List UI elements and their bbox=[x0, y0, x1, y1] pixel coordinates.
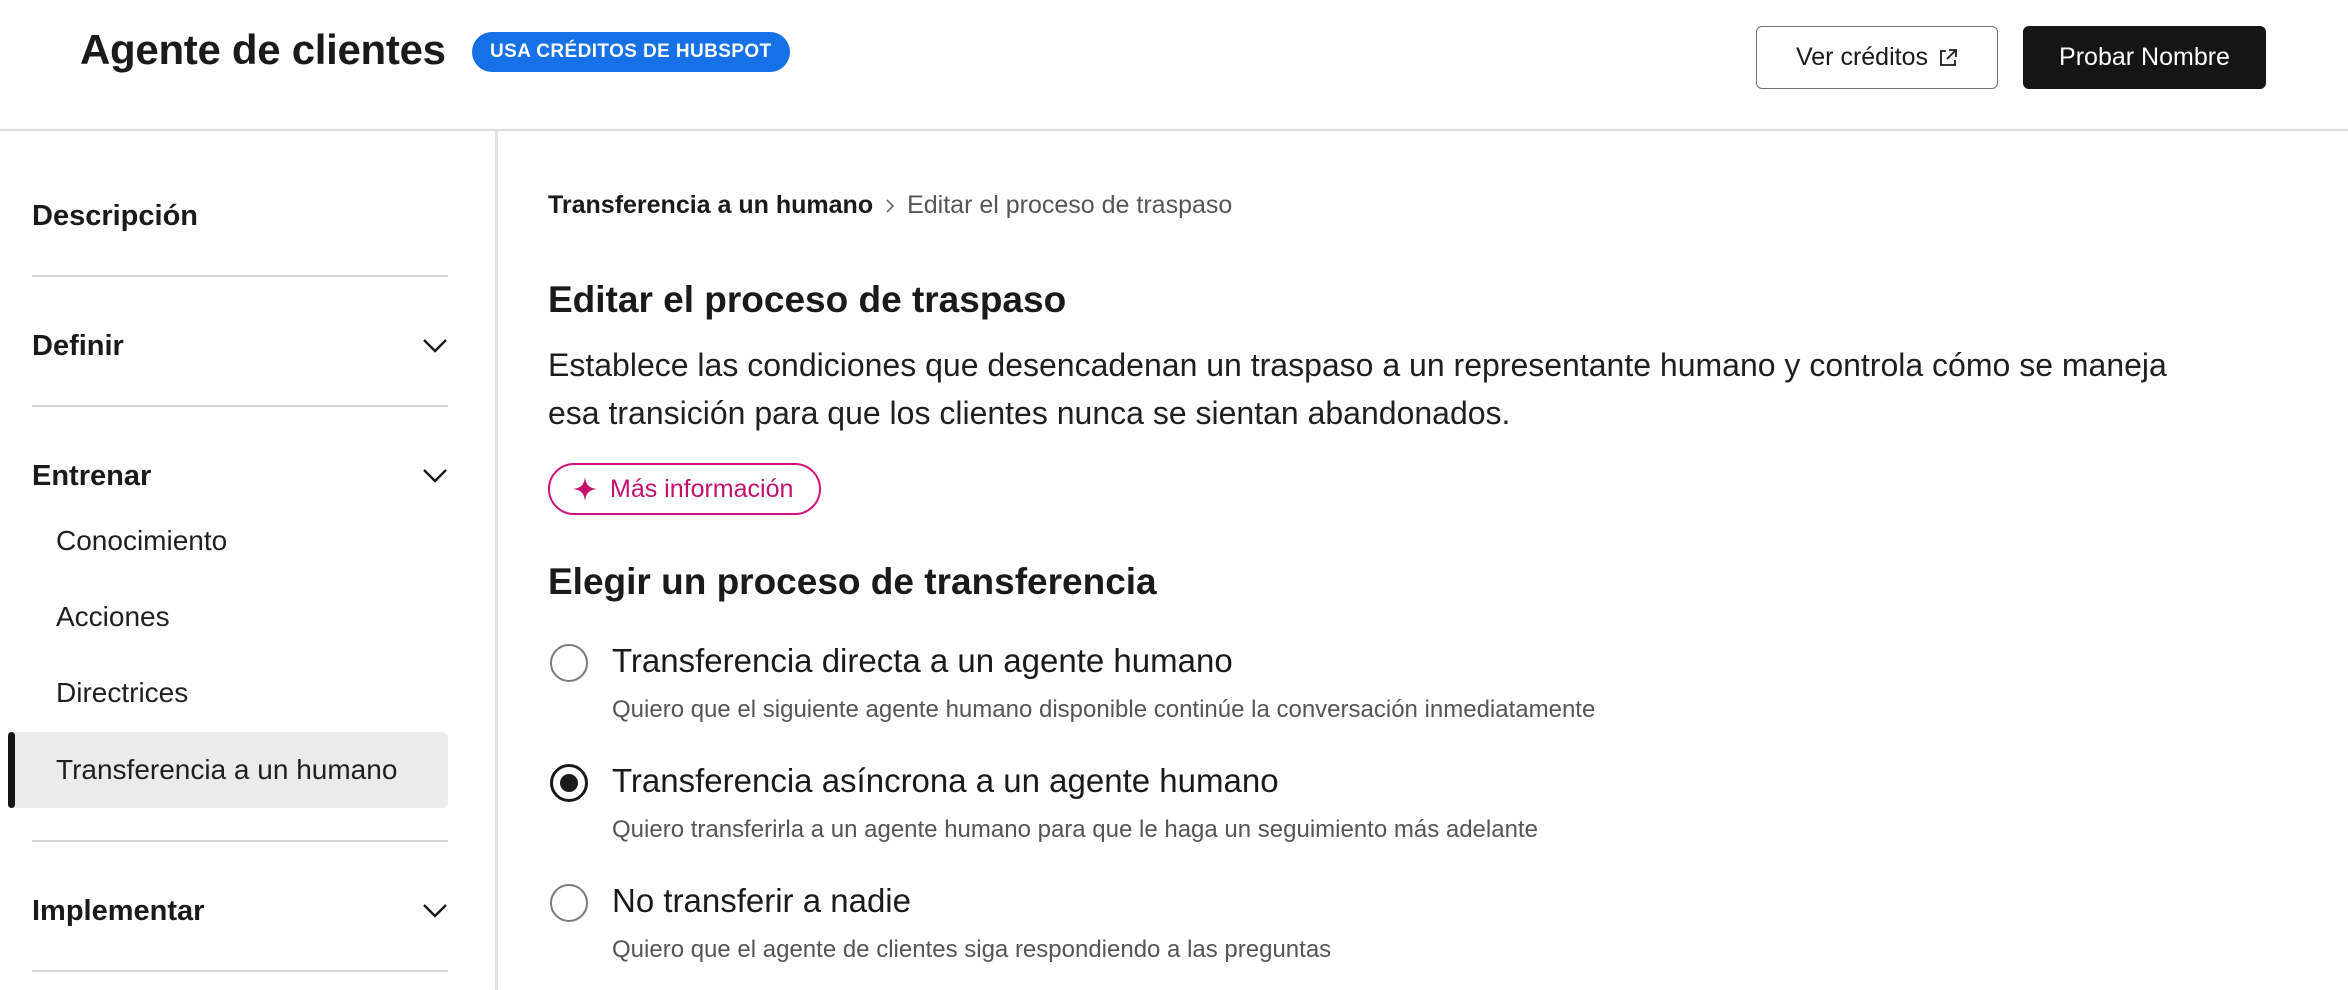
sidebar-item-conocimiento[interactable]: Conocimiento bbox=[8, 503, 448, 579]
sidebar-item-directrices[interactable]: Directrices bbox=[8, 655, 448, 731]
sidebar-section-definir[interactable]: Definir bbox=[32, 321, 448, 371]
sidebar-section-label: Definir bbox=[32, 329, 124, 362]
sidebar-item-acciones[interactable]: Acciones bbox=[8, 579, 448, 655]
sidebar-divider bbox=[32, 405, 448, 407]
chevron-right-icon bbox=[886, 198, 895, 213]
learn-more-label: Más información bbox=[610, 474, 794, 503]
radio-button[interactable] bbox=[550, 644, 588, 682]
option-description: Quiero que el agente de clientes siga re… bbox=[612, 936, 1332, 963]
breadcrumb: Transferencia a un humano Editar el proc… bbox=[548, 191, 1232, 220]
breadcrumb-current: Editar el proceso de traspaso bbox=[907, 191, 1233, 219]
sidebar-item-label: Conocimiento bbox=[56, 525, 228, 556]
sidebar-item-label: Transferencia a un humano bbox=[56, 754, 398, 785]
handoff-option-async[interactable]: Transferencia asíncrona a un agente huma… bbox=[548, 762, 2048, 843]
section-title: Elegir un proceso de transferencia bbox=[548, 561, 1157, 602]
sidebar-section-label: Implementar bbox=[32, 894, 205, 927]
radio-button-selected[interactable] bbox=[550, 764, 588, 802]
sidebar-divider bbox=[32, 275, 448, 277]
option-label: Transferencia asíncrona a un agente huma… bbox=[612, 762, 1279, 799]
handoff-option-none[interactable]: No transferir a nadie Quiero que el agen… bbox=[548, 882, 2048, 963]
sidebar-item-label: Directrices bbox=[56, 677, 189, 708]
view-credits-label: Ver créditos bbox=[1795, 43, 1928, 71]
view-credits-button[interactable]: Ver créditos bbox=[1756, 26, 1998, 89]
option-label: Transferencia directa a un agente humano bbox=[612, 642, 1233, 679]
option-label: No transferir a nadie bbox=[612, 882, 911, 919]
chevron-down-icon[interactable] bbox=[422, 903, 448, 919]
sparkle-icon bbox=[573, 477, 597, 501]
sidebar-section-label: Entrenar bbox=[32, 459, 152, 492]
sidebar-section-implementar[interactable]: Implementar bbox=[32, 886, 448, 936]
breadcrumb-parent-link[interactable]: Transferencia a un humano bbox=[548, 191, 873, 220]
sidebar-divider bbox=[32, 840, 448, 842]
page-description: Establece las condiciones que desencaden… bbox=[548, 347, 2167, 431]
option-description: Quiero transferirla a un agente humano p… bbox=[612, 816, 1538, 843]
sidebar-item-label: Acciones bbox=[56, 601, 170, 632]
chevron-down-icon[interactable] bbox=[422, 338, 448, 354]
sidebar-nav: Descripción Definir Entrenar Conocimient… bbox=[0, 131, 498, 990]
sidebar-section-entrenar[interactable]: Entrenar bbox=[32, 451, 448, 501]
chevron-down-icon[interactable] bbox=[422, 468, 448, 484]
option-description: Quiero que el siguiente agente humano di… bbox=[612, 696, 1596, 723]
learn-more-button[interactable]: Más información bbox=[548, 463, 822, 515]
sidebar-item-transferencia[interactable]: Transferencia a un humano bbox=[8, 732, 448, 808]
handoff-option-direct[interactable]: Transferencia directa a un agente humano… bbox=[548, 642, 2048, 723]
credits-badge: USA CRÉDITOS DE HUBSPOT bbox=[472, 32, 790, 72]
external-link-icon bbox=[1940, 48, 1957, 66]
sidebar-divider bbox=[32, 970, 448, 972]
page-title: Editar el proceso de traspaso bbox=[548, 279, 1067, 320]
sidebar-section-descripcion[interactable]: Descripción bbox=[32, 191, 448, 241]
app-title: Agente de clientes bbox=[80, 26, 446, 73]
page-header: Agente de clientes USA CRÉDITOS DE HUBSP… bbox=[0, 0, 2348, 131]
sidebar-section-label: Descripción bbox=[32, 199, 198, 232]
try-agent-button[interactable]: Probar Nombre bbox=[2023, 26, 2266, 89]
radio-button[interactable] bbox=[550, 884, 588, 922]
